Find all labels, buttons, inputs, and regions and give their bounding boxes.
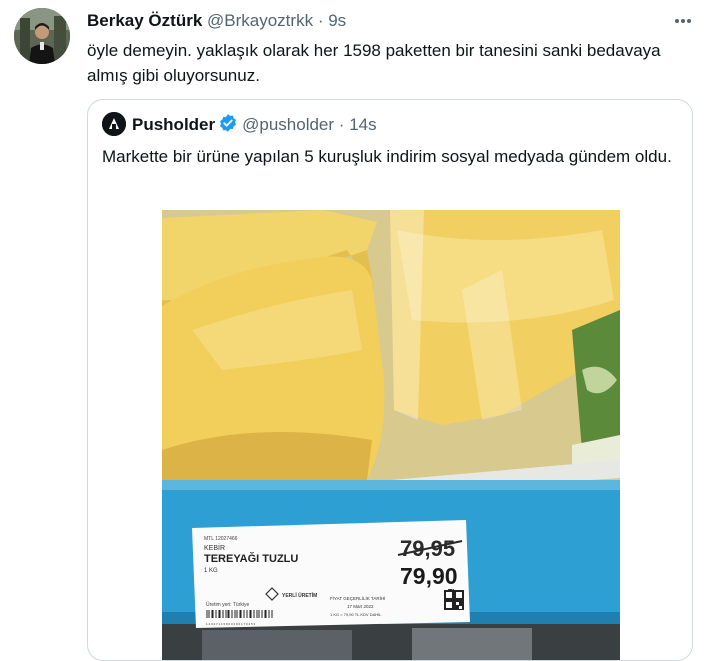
label-new-price: 79,90 xyxy=(400,563,458,589)
quoted-author-name[interactable]: Pusholder xyxy=(132,115,215,134)
label-badge: YERLİ ÜRETİM xyxy=(282,592,317,599)
barcode-digits: 1 2 0 2 7 1 1 5 8 0 0 2 9 6 1 7 0 2 5 3 xyxy=(206,622,256,626)
quoted-author-handle[interactable]: @pusholder xyxy=(242,115,334,134)
label-code: MTL 12027466 xyxy=(204,536,238,542)
meta-separator: · xyxy=(317,11,324,30)
author-name[interactable]: Berkay Öztürk xyxy=(87,11,202,30)
label-product: TEREYAĞI TUZLU xyxy=(204,552,298,565)
verified-badge-icon xyxy=(218,113,238,139)
quoted-tweet-header: Pusholder @pusholder · 14s xyxy=(132,113,377,139)
quoted-author-avatar[interactable] xyxy=(102,112,126,136)
quoted-tweet-time[interactable]: 14s xyxy=(349,115,376,134)
author-handle[interactable]: @Brkayoztrkk xyxy=(207,11,313,30)
pusholder-logo-icon xyxy=(102,112,126,136)
label-validity-title: FİYAT GEÇERLİLİK TARİHİ xyxy=(330,595,385,601)
price-label: MTL 12027466 KEBİR TEREYAĞI TUZLU 1 KG 7… xyxy=(192,520,470,628)
label-unit-price: 1 KG = 79,90 TL KDV DAHİL xyxy=(330,612,382,617)
more-options-button[interactable] xyxy=(672,10,694,32)
quoted-tweet-photo[interactable]: MTL 12027466 KEBİR TEREYAĞI TUZLU 1 KG 7… xyxy=(162,210,620,660)
quoted-tweet[interactable]: Pusholder @pusholder · 14s Markette bir ü… xyxy=(87,99,693,661)
tweet-text: öyle demeyin. yaklaşık olarak her 1598 p… xyxy=(87,41,661,85)
label-origin: Üretim yeri: Türkiye xyxy=(206,601,249,608)
qr-code xyxy=(444,590,464,610)
more-icon xyxy=(675,19,691,23)
quoted-meta-separator: · xyxy=(338,115,345,134)
label-weight: 1 KG xyxy=(204,568,218,574)
label-brand: KEBİR xyxy=(204,543,225,552)
avatar-photo xyxy=(14,8,70,64)
author-avatar[interactable] xyxy=(14,8,70,64)
tweet-header: Berkay Öztürk @Brkayoztrkk · 9s xyxy=(87,11,346,31)
tweet-time[interactable]: 9s xyxy=(328,11,346,30)
quoted-tweet-text: Markette bir ürüne yapılan 5 kuruşluk in… xyxy=(102,147,672,166)
label-validity-date: 17 Mart 2022 xyxy=(347,604,374,609)
butter-shelf-photo: MTL 12027466 KEBİR TEREYAĞI TUZLU 1 KG 7… xyxy=(162,210,620,660)
